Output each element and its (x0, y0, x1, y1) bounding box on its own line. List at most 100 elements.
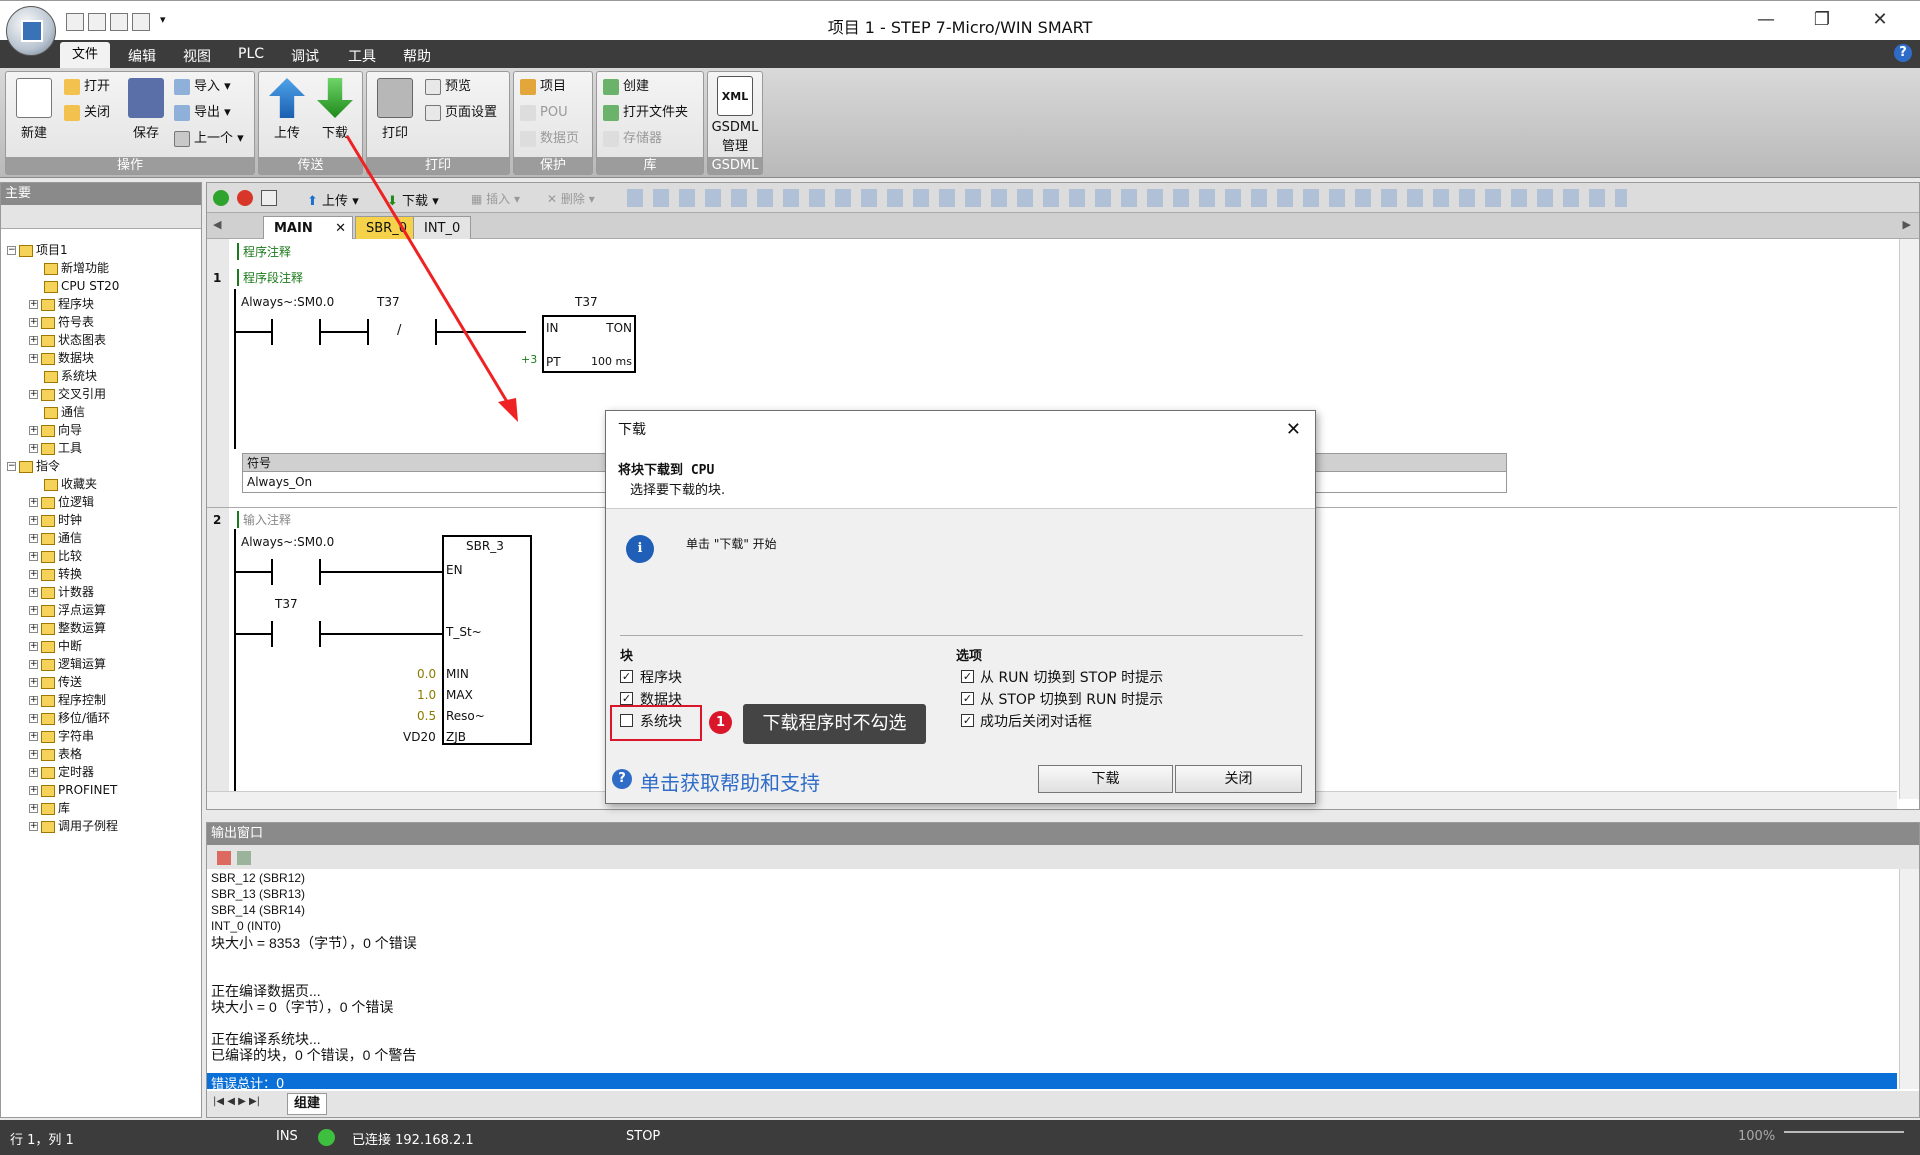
expand-toggle-icon[interactable]: + (29, 750, 38, 759)
tree-item[interactable]: + 符号表 (29, 313, 94, 331)
tree-item[interactable]: − 指令 (7, 457, 60, 475)
tree-item[interactable]: + 整数运算 (29, 619, 106, 637)
help-icon[interactable]: ? (1894, 44, 1912, 62)
tree-item[interactable]: + 中断 (29, 637, 82, 655)
subroutine-call-box[interactable]: SBR_3 EN T_St~ MIN MAX Reso~ ZJB (442, 535, 532, 745)
menu-file[interactable]: 文件 (60, 42, 110, 68)
expand-toggle-icon[interactable]: − (7, 246, 16, 255)
protect-project-button[interactable]: 项目 (518, 76, 566, 98)
tree-item[interactable]: 收藏夹 (29, 475, 97, 493)
expand-toggle-icon[interactable]: + (29, 606, 38, 615)
expand-toggle-icon[interactable]: + (29, 660, 38, 669)
run-to-stop-checkbox[interactable]: ✓ (961, 670, 974, 683)
expand-toggle-icon[interactable]: + (29, 426, 38, 435)
tree-item[interactable]: + 通信 (29, 529, 82, 547)
data-block-checkbox[interactable]: ✓ (620, 692, 633, 705)
expand-toggle-icon[interactable]: + (29, 642, 38, 651)
expand-toggle-icon[interactable]: + (29, 552, 38, 561)
editor-tool-icons[interactable] (627, 189, 1627, 207)
tree-item[interactable]: 新增功能 (29, 259, 109, 277)
tree-item[interactable]: + 调用子例程 (29, 817, 118, 835)
tree-item[interactable]: + 逻辑运算 (29, 655, 106, 673)
tree-item[interactable]: 系统块 (29, 367, 97, 385)
preview-button[interactable]: 预览 (423, 76, 471, 98)
tree-item[interactable]: + 字符串 (29, 727, 94, 745)
expand-toggle-icon[interactable]: + (29, 804, 38, 813)
menu-edit[interactable]: 编辑 (128, 46, 156, 66)
open-folder-button[interactable]: 打开文件夹 (601, 102, 688, 124)
print-button[interactable]: 打印 (371, 76, 419, 141)
tree-item[interactable]: + 转换 (29, 565, 82, 583)
run-icon[interactable] (213, 190, 229, 206)
tree-item[interactable]: + 时钟 (29, 511, 82, 529)
protect-datapage-button[interactable]: 数据页 (518, 128, 579, 150)
tree-item[interactable]: + 定时器 (29, 763, 94, 781)
help-support-icon[interactable]: ? (612, 769, 632, 789)
nc-contact[interactable]: / (367, 319, 437, 345)
upload-toolbar-button[interactable]: ⬆ 上传 ▾ (307, 190, 359, 209)
expand-toggle-icon[interactable]: + (29, 732, 38, 741)
expand-toggle-icon[interactable]: + (29, 768, 38, 777)
protect-pou-button[interactable]: POU (518, 102, 568, 124)
expand-toggle-icon[interactable]: + (29, 624, 38, 633)
tab-sbr0[interactable]: SBR_0 (355, 216, 418, 239)
output-scrollbar[interactable] (1899, 869, 1919, 1089)
no-contact[interactable] (271, 319, 321, 345)
tab-int0[interactable]: INT_0 (413, 216, 472, 239)
close-tab-icon[interactable]: ✕ (335, 217, 346, 240)
help-support-link[interactable]: 单击获取帮助和支持 (640, 767, 820, 796)
tree-item[interactable]: − 项目1 (7, 241, 68, 259)
import-button[interactable]: 导入 ▾ (172, 76, 231, 98)
program-comment[interactable]: 程序注释 (237, 243, 291, 260)
create-library-button[interactable]: 创建 (601, 76, 649, 98)
no-contact[interactable] (271, 621, 321, 647)
tree-item[interactable]: + 向导 (29, 421, 82, 439)
tree-item[interactable]: + 程序块 (29, 295, 94, 313)
expand-toggle-icon[interactable]: + (29, 714, 38, 723)
network-comment[interactable]: 输入注释 (237, 511, 291, 528)
tree-item[interactable]: + 比较 (29, 547, 82, 565)
expand-toggle-icon[interactable]: + (29, 318, 38, 327)
network-comment[interactable]: 程序段注释 (237, 269, 303, 286)
program-block-checkbox[interactable]: ✓ (620, 670, 633, 683)
expand-toggle-icon[interactable]: + (29, 354, 38, 363)
menu-view[interactable]: 视图 (183, 46, 211, 66)
tree-item[interactable]: CPU ST20 (29, 277, 119, 295)
expand-toggle-icon[interactable]: + (29, 786, 38, 795)
close-button[interactable]: ✕ (1858, 7, 1902, 33)
save-button[interactable]: 保存 (122, 76, 170, 141)
expand-toggle-icon[interactable]: + (29, 300, 38, 309)
nav-arrows-icon[interactable]: |◀ ◀ ▶ ▶| (213, 1096, 260, 1107)
expand-toggle-icon[interactable]: + (29, 570, 38, 579)
upload-button[interactable]: 上传 (263, 76, 311, 141)
compile-icon[interactable] (261, 190, 277, 206)
expand-toggle-icon[interactable]: + (29, 498, 38, 507)
minimize-button[interactable]: — (1744, 7, 1788, 33)
dialog-download-button[interactable]: 下载 (1038, 765, 1173, 793)
tree-item[interactable]: + 表格 (29, 745, 82, 763)
insert-button[interactable]: ▦ 插入 ▾ (471, 190, 520, 207)
expand-toggle-icon[interactable]: + (29, 516, 38, 525)
editor-vertical-scrollbar[interactable] (1899, 239, 1919, 799)
ton-timer-box[interactable]: IN TON PT 100 ms (542, 315, 636, 373)
tree-item[interactable]: + 计数器 (29, 583, 94, 601)
copy-output-icon[interactable] (237, 851, 251, 865)
gsdml-manage-button[interactable]: XML GSDML 管理 (711, 74, 759, 154)
tree-item[interactable]: + 状态图表 (29, 331, 106, 349)
tree-item[interactable]: + PROFINET (29, 781, 117, 799)
tree-item[interactable]: + 程序控制 (29, 691, 106, 709)
tree-item[interactable]: + 工具 (29, 439, 82, 457)
menu-debug[interactable]: 调试 (291, 46, 319, 66)
tree-item[interactable]: + 交叉引用 (29, 385, 106, 403)
delete-button[interactable]: ✕ 删除 ▾ (547, 190, 595, 207)
download-button[interactable]: 下载 (311, 76, 359, 141)
expand-toggle-icon[interactable]: + (29, 696, 38, 705)
tab-build[interactable]: 组建 (287, 1093, 328, 1115)
tree-item[interactable]: + 移位/循环 (29, 709, 110, 727)
clear-output-icon[interactable] (217, 851, 231, 865)
memory-button[interactable]: 存储器 (601, 128, 662, 150)
expand-toggle-icon[interactable]: + (29, 822, 38, 831)
menu-help[interactable]: 帮助 (403, 46, 431, 66)
download-toolbar-button[interactable]: ⬇ 下载 ▾ (387, 190, 439, 209)
close-project-button[interactable]: 关闭 (62, 102, 110, 124)
